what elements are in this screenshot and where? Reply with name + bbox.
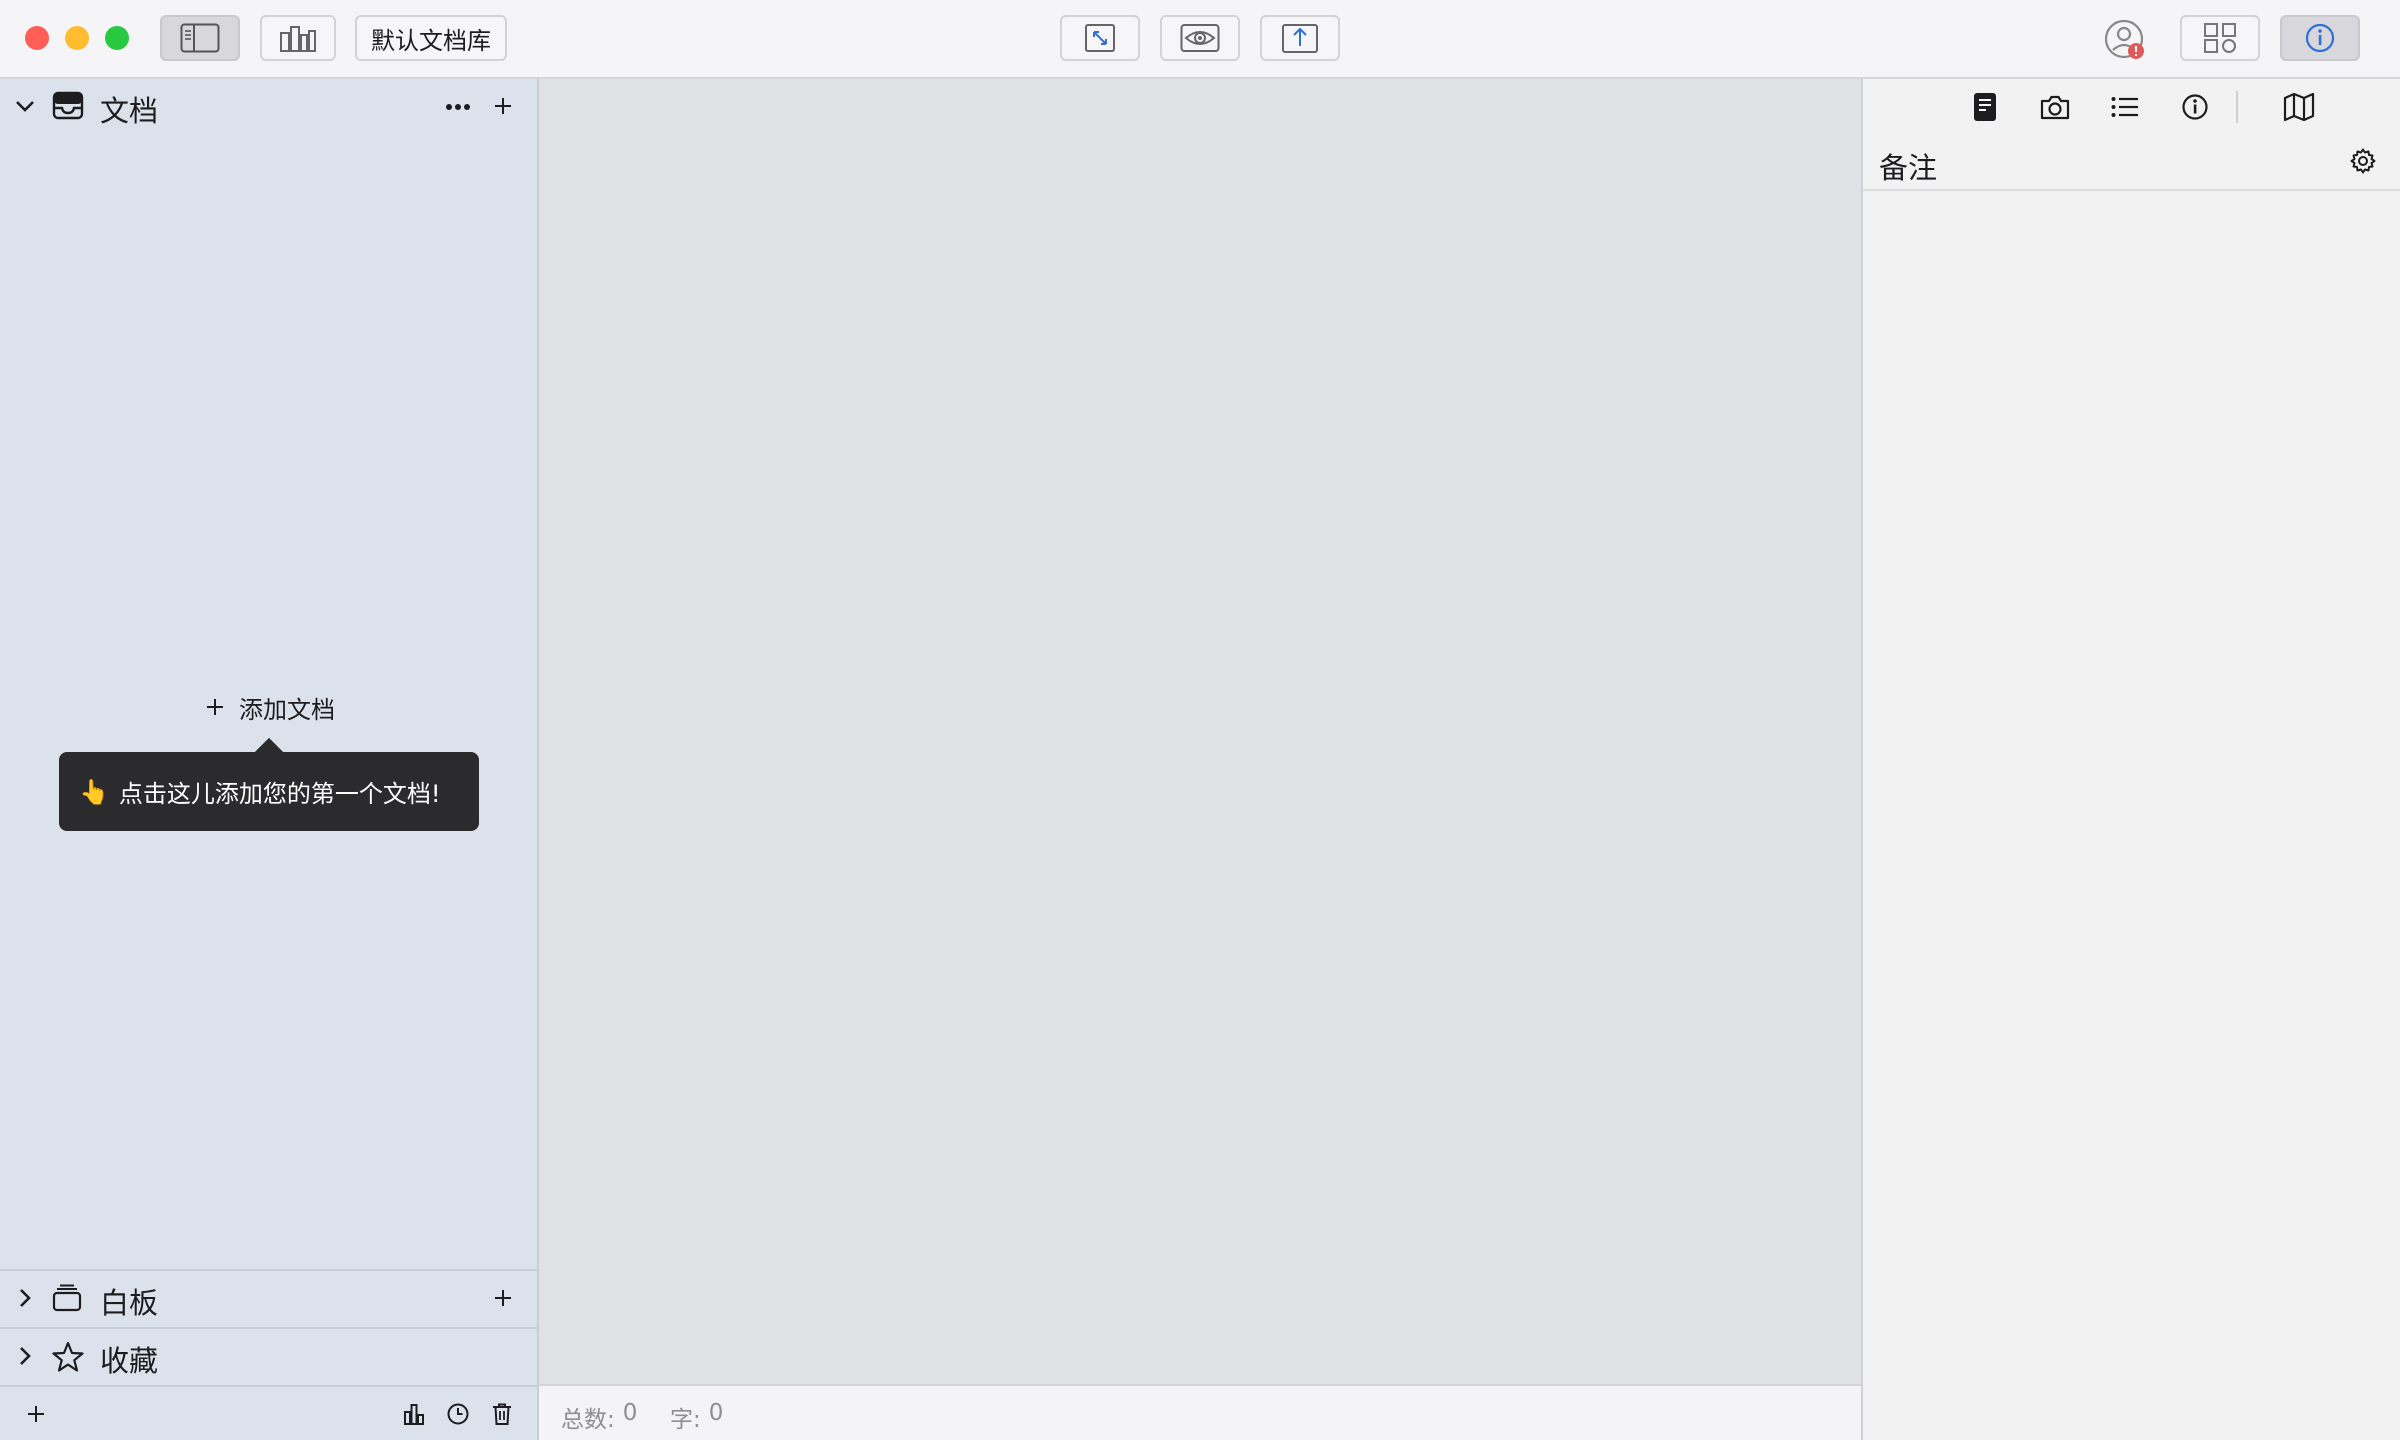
total-count-label: 总数: (561, 1407, 615, 1433)
notes-content-area[interactable] (1863, 191, 2400, 1440)
info-icon (2182, 94, 2208, 120)
tab-notes[interactable] (1963, 85, 2007, 129)
documents-section-header[interactable]: 文档 (0, 79, 537, 135)
clock-icon (447, 1403, 469, 1425)
books-icon (280, 26, 316, 52)
favorites-icon-wrap (52, 1341, 84, 1373)
star-icon (52, 1341, 84, 1372)
documents-section-icon-wrap (52, 91, 84, 121)
total-count-value: 0 (622, 1400, 638, 1426)
chevron-down-icon (16, 101, 34, 112)
plus-icon (495, 1290, 511, 1306)
library-switch-button[interactable] (260, 15, 336, 61)
pointing-hand-icon: 👆 (79, 777, 109, 806)
plus-icon (28, 1406, 44, 1422)
add-document-label: 添加文档 (239, 695, 335, 724)
add-document-button[interactable]: 添加文档 (205, 687, 335, 727)
account-button[interactable] (2102, 17, 2146, 61)
expand-icon (1085, 24, 1115, 52)
plus-icon (495, 98, 511, 114)
whiteboard-section-title: 白板 (100, 1286, 159, 1320)
plus-icon (207, 699, 223, 715)
stack-icon (52, 1284, 82, 1312)
expand-favorites-button[interactable] (14, 1345, 36, 1367)
camera-icon (2040, 95, 2070, 120)
editor-area[interactable] (539, 79, 1861, 1384)
inspector-tabbar (1863, 79, 2400, 135)
whiteboard-add-button[interactable] (492, 1287, 514, 1309)
map-icon (2283, 92, 2315, 122)
chevron-right-icon (20, 1289, 31, 1307)
gear-icon (2350, 148, 2376, 174)
favorites-section-header[interactable]: 收藏 (0, 1329, 537, 1385)
user-icon (2104, 19, 2144, 59)
library-name-button[interactable]: 默认文档库 (355, 15, 507, 61)
add-button[interactable] (25, 1403, 47, 1425)
whiteboard-icon-wrap (52, 1284, 82, 1312)
tab-snapshots[interactable] (2033, 85, 2077, 129)
inspector-header: 备注 (1863, 135, 2400, 191)
export-button[interactable] (1260, 15, 1340, 61)
list-icon (2111, 97, 2138, 117)
layout-button[interactable] (2180, 15, 2260, 61)
onboarding-tooltip: 👆 点击这儿添加您的第一个文档! (59, 752, 479, 831)
documents-add-button[interactable] (492, 95, 514, 117)
bar-chart-icon (404, 1404, 424, 1425)
chevron-right-icon (20, 1347, 31, 1365)
title-bar: 默认文档库 (0, 0, 2400, 79)
inspector-panel: 备注 (1861, 79, 2400, 1440)
ellipsis-icon (446, 104, 470, 110)
zoom-window-button[interactable] (105, 26, 129, 50)
sidebar-icon (180, 23, 220, 53)
collapse-documents-button[interactable] (14, 95, 36, 117)
expand-whiteboard-button[interactable] (14, 1287, 36, 1309)
tab-map[interactable] (2277, 85, 2321, 129)
note-icon (1974, 93, 1996, 121)
eye-icon (1180, 24, 1220, 52)
trash-button[interactable] (490, 1402, 514, 1426)
tab-info[interactable] (2173, 85, 2217, 129)
focus-mode-button[interactable] (1060, 15, 1140, 61)
inspector-settings-button[interactable] (2349, 147, 2377, 175)
info-icon (2305, 23, 2335, 53)
favorites-section-title: 收藏 (100, 1344, 159, 1378)
sidebar-footer (0, 1387, 537, 1440)
inspector-toggle-button[interactable] (2280, 15, 2360, 61)
library-name-label: 默认文档库 (371, 26, 491, 55)
close-window-button[interactable] (25, 26, 49, 50)
minimize-window-button[interactable] (65, 26, 89, 50)
trash-icon (493, 1403, 511, 1425)
documents-section-title: 文档 (100, 94, 159, 128)
grid-shapes-icon (2204, 23, 2236, 53)
char-count: 字: 0 (670, 1400, 723, 1434)
preview-button[interactable] (1160, 15, 1240, 61)
whiteboard-section-header[interactable]: 白板 (0, 1271, 537, 1327)
total-count: 总数: 0 (561, 1400, 637, 1434)
tab-separator (2236, 91, 2238, 123)
inbox-tray-icon (52, 91, 84, 120)
tooltip-text: 点击这儿添加您的第一个文档! (118, 780, 441, 808)
status-bar: 总数: 0 字: 0 (539, 1384, 1861, 1440)
statistics-button[interactable] (402, 1402, 426, 1426)
tab-outline[interactable] (2103, 85, 2147, 129)
history-button[interactable] (446, 1402, 470, 1426)
toggle-sidebar-button[interactable] (160, 15, 240, 61)
char-count-label: 字: (670, 1407, 701, 1433)
inspector-title: 备注 (1879, 151, 1938, 185)
char-count-value: 0 (708, 1400, 724, 1426)
share-icon (1282, 24, 1318, 53)
documents-more-button[interactable] (444, 95, 472, 119)
